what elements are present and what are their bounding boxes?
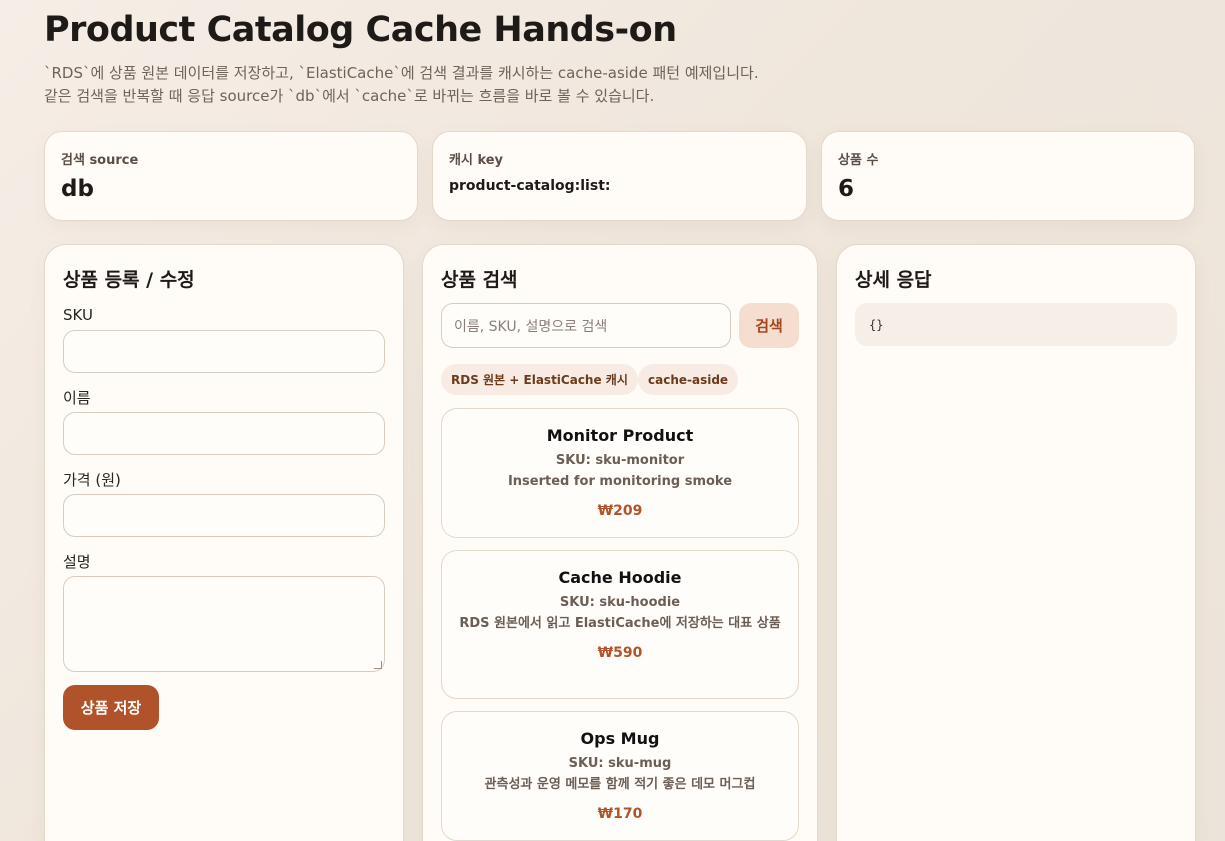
product-sku: SKU: sku-mug [568, 756, 672, 771]
product-name: Cache Hoodie [558, 568, 682, 587]
chip-rds-elasticache: RDS 원본 + ElastiCache 캐시 [441, 364, 638, 395]
product-price: ₩170 [597, 806, 643, 822]
product-description: 관측성과 운영 메모를 함께 적기 좋은 데모 머그컵 [484, 777, 756, 792]
stat-cache-key: 캐시 key product-catalog:list: [432, 131, 807, 221]
product-price: ₩590 [597, 645, 643, 661]
price-label: 가격 (원) [63, 471, 121, 489]
detail-title: 상세 응답 [855, 269, 932, 291]
description-label: 설명 [63, 553, 91, 571]
product-price: ₩209 [597, 503, 643, 519]
stat-search-source: 검색 source db [44, 131, 418, 221]
product-name: Ops Mug [580, 729, 660, 748]
stat-label: 상품 수 [838, 153, 879, 168]
product-search-panel: 상품 검색 이름, SKU, 설명으로 검색 검색 RDS 원본 + Elast… [422, 244, 818, 841]
product-sku: SKU: sku-monitor [555, 453, 685, 468]
sku-label: SKU [63, 306, 93, 324]
product-description: RDS 원본에서 읽고 ElastiCache에 저장하는 대표 상품 [459, 616, 781, 631]
resize-handle[interactable] [374, 661, 382, 669]
product-sku: SKU: sku-hoodie [559, 595, 681, 610]
detail-response-body: {} [855, 303, 1177, 346]
page-description: `RDS`에 상품 원본 데이터를 저장하고, `ElastiCache`에 검… [44, 62, 759, 108]
stat-value: product-catalog:list: [449, 178, 611, 194]
stat-product-count: 상품 수 6 [821, 131, 1195, 221]
product-card[interactable]: Ops Mug SKU: sku-mug 관측성과 운영 메모를 함께 적기 좋… [441, 711, 799, 841]
stat-label: 캐시 key [449, 153, 504, 168]
product-description: Inserted for monitoring smoke [507, 474, 733, 489]
search-button[interactable]: 검색 [739, 303, 799, 348]
search-title: 상품 검색 [441, 269, 518, 291]
description-line-2: 같은 검색을 반복할 때 응답 source가 `db`에서 `cache`로 … [44, 87, 655, 105]
search-input[interactable]: 이름, SKU, 설명으로 검색 [441, 303, 731, 348]
stat-label: 검색 source [61, 153, 139, 168]
product-name: Monitor Product [546, 426, 694, 445]
chip-cache-aside: cache-aside [638, 364, 739, 395]
page: Product Catalog Cache Hands-on `RDS`에 상품… [0, 0, 1225, 841]
stat-value: db [61, 176, 94, 202]
product-card[interactable]: Cache Hoodie SKU: sku-hoodie RDS 원본에서 읽고… [441, 550, 799, 699]
price-input[interactable] [63, 494, 385, 537]
name-input[interactable] [63, 412, 385, 455]
product-form-panel: 상품 등록 / 수정 SKU 이름 가격 (원) 설명 상품 저장 [44, 244, 404, 841]
save-product-button[interactable]: 상품 저장 [63, 685, 159, 730]
stat-value: 6 [838, 176, 855, 202]
description-textarea[interactable] [63, 576, 385, 672]
product-card[interactable]: Monitor Product SKU: sku-monitor Inserte… [441, 408, 799, 538]
detail-response-panel: 상세 응답 {} [836, 244, 1196, 841]
description-line-1: `RDS`에 상품 원본 데이터를 저장하고, `ElastiCache`에 검… [44, 64, 759, 82]
page-title: Product Catalog Cache Hands-on [44, 10, 677, 50]
sku-input[interactable] [63, 330, 385, 373]
form-title: 상품 등록 / 수정 [63, 269, 195, 291]
name-label: 이름 [63, 389, 91, 407]
